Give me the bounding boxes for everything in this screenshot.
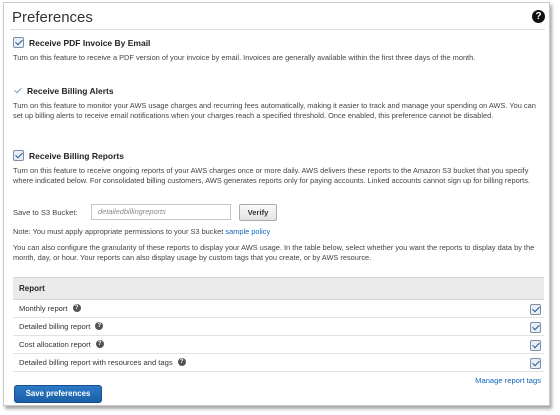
billing-alerts-description: Turn on this feature to monitor your AWS… [13, 101, 536, 120]
sample-policy-link[interactable]: sample policy [225, 227, 270, 236]
cost-allocation-report-checkbox[interactable] [530, 340, 541, 351]
permissions-note-text: Note: You must apply appropriate permiss… [13, 227, 224, 236]
report-label: Detailed billing report with resources a… [19, 358, 173, 367]
monthly-report-checkbox[interactable] [530, 304, 541, 315]
table-row: Detailed billing report? [13, 318, 544, 336]
s3-bucket-row: Save to S3 Bucket: detailedbillingreport… [13, 203, 277, 221]
report-table-header: Report [13, 277, 544, 300]
billing-alerts-section: Receive Billing Alerts Turn on this feat… [13, 84, 543, 121]
preferences-panel: Preferences ? Receive PDF Invoice By Ema… [3, 2, 550, 406]
billing-alerts-label: Receive Billing Alerts [27, 85, 114, 96]
save-preferences-button[interactable]: Save preferences [14, 385, 102, 403]
page-header: Preferences ? [10, 7, 545, 30]
table-row: Cost allocation report? [13, 336, 544, 354]
help-icon[interactable]: ? [532, 10, 545, 23]
billing-reports-label: Receive Billing Reports [29, 150, 124, 161]
billing-alerts-checkbox[interactable] [13, 86, 22, 95]
help-icon[interactable]: ? [95, 322, 104, 330]
detailed-billing-resources-tags-checkbox[interactable] [530, 358, 541, 369]
billing-reports-description: Turn on this feature to receive ongoing … [13, 166, 530, 185]
s3-bucket-label: Save to S3 Bucket: [13, 207, 78, 217]
pdf-invoice-checkbox[interactable] [13, 37, 24, 48]
granularity-text: You can also configure the granularity o… [13, 243, 535, 262]
report-table: Report Monthly report? Detailed billing … [13, 277, 544, 372]
permissions-note: Note: You must apply appropriate permiss… [13, 227, 270, 236]
pdf-invoice-section: Receive PDF Invoice By Email Turn on thi… [13, 36, 543, 63]
report-label: Cost allocation report [19, 340, 91, 349]
help-icon[interactable]: ? [177, 358, 186, 366]
table-row: Detailed billing report with resources a… [13, 354, 544, 372]
billing-reports-checkbox[interactable] [13, 150, 24, 161]
pdf-invoice-label: Receive PDF Invoice By Email [29, 37, 151, 48]
report-label: Monthly report [19, 304, 68, 313]
manage-report-tags-link[interactable]: Manage report tags [475, 376, 541, 385]
help-icon[interactable]: ? [95, 340, 104, 348]
report-label: Detailed billing report [19, 322, 91, 331]
verify-button[interactable]: Verify [239, 203, 277, 221]
help-icon[interactable]: ? [72, 304, 81, 312]
pdf-invoice-description: Turn on this feature to receive a PDF ve… [13, 53, 476, 62]
detailed-billing-report-checkbox[interactable] [530, 322, 541, 333]
s3-bucket-input[interactable]: detailedbillingreports [91, 204, 231, 220]
billing-reports-section: Receive Billing Reports Turn on this fea… [13, 149, 543, 186]
table-row: Monthly report? [13, 300, 544, 318]
page-title: Preferences [12, 9, 93, 26]
